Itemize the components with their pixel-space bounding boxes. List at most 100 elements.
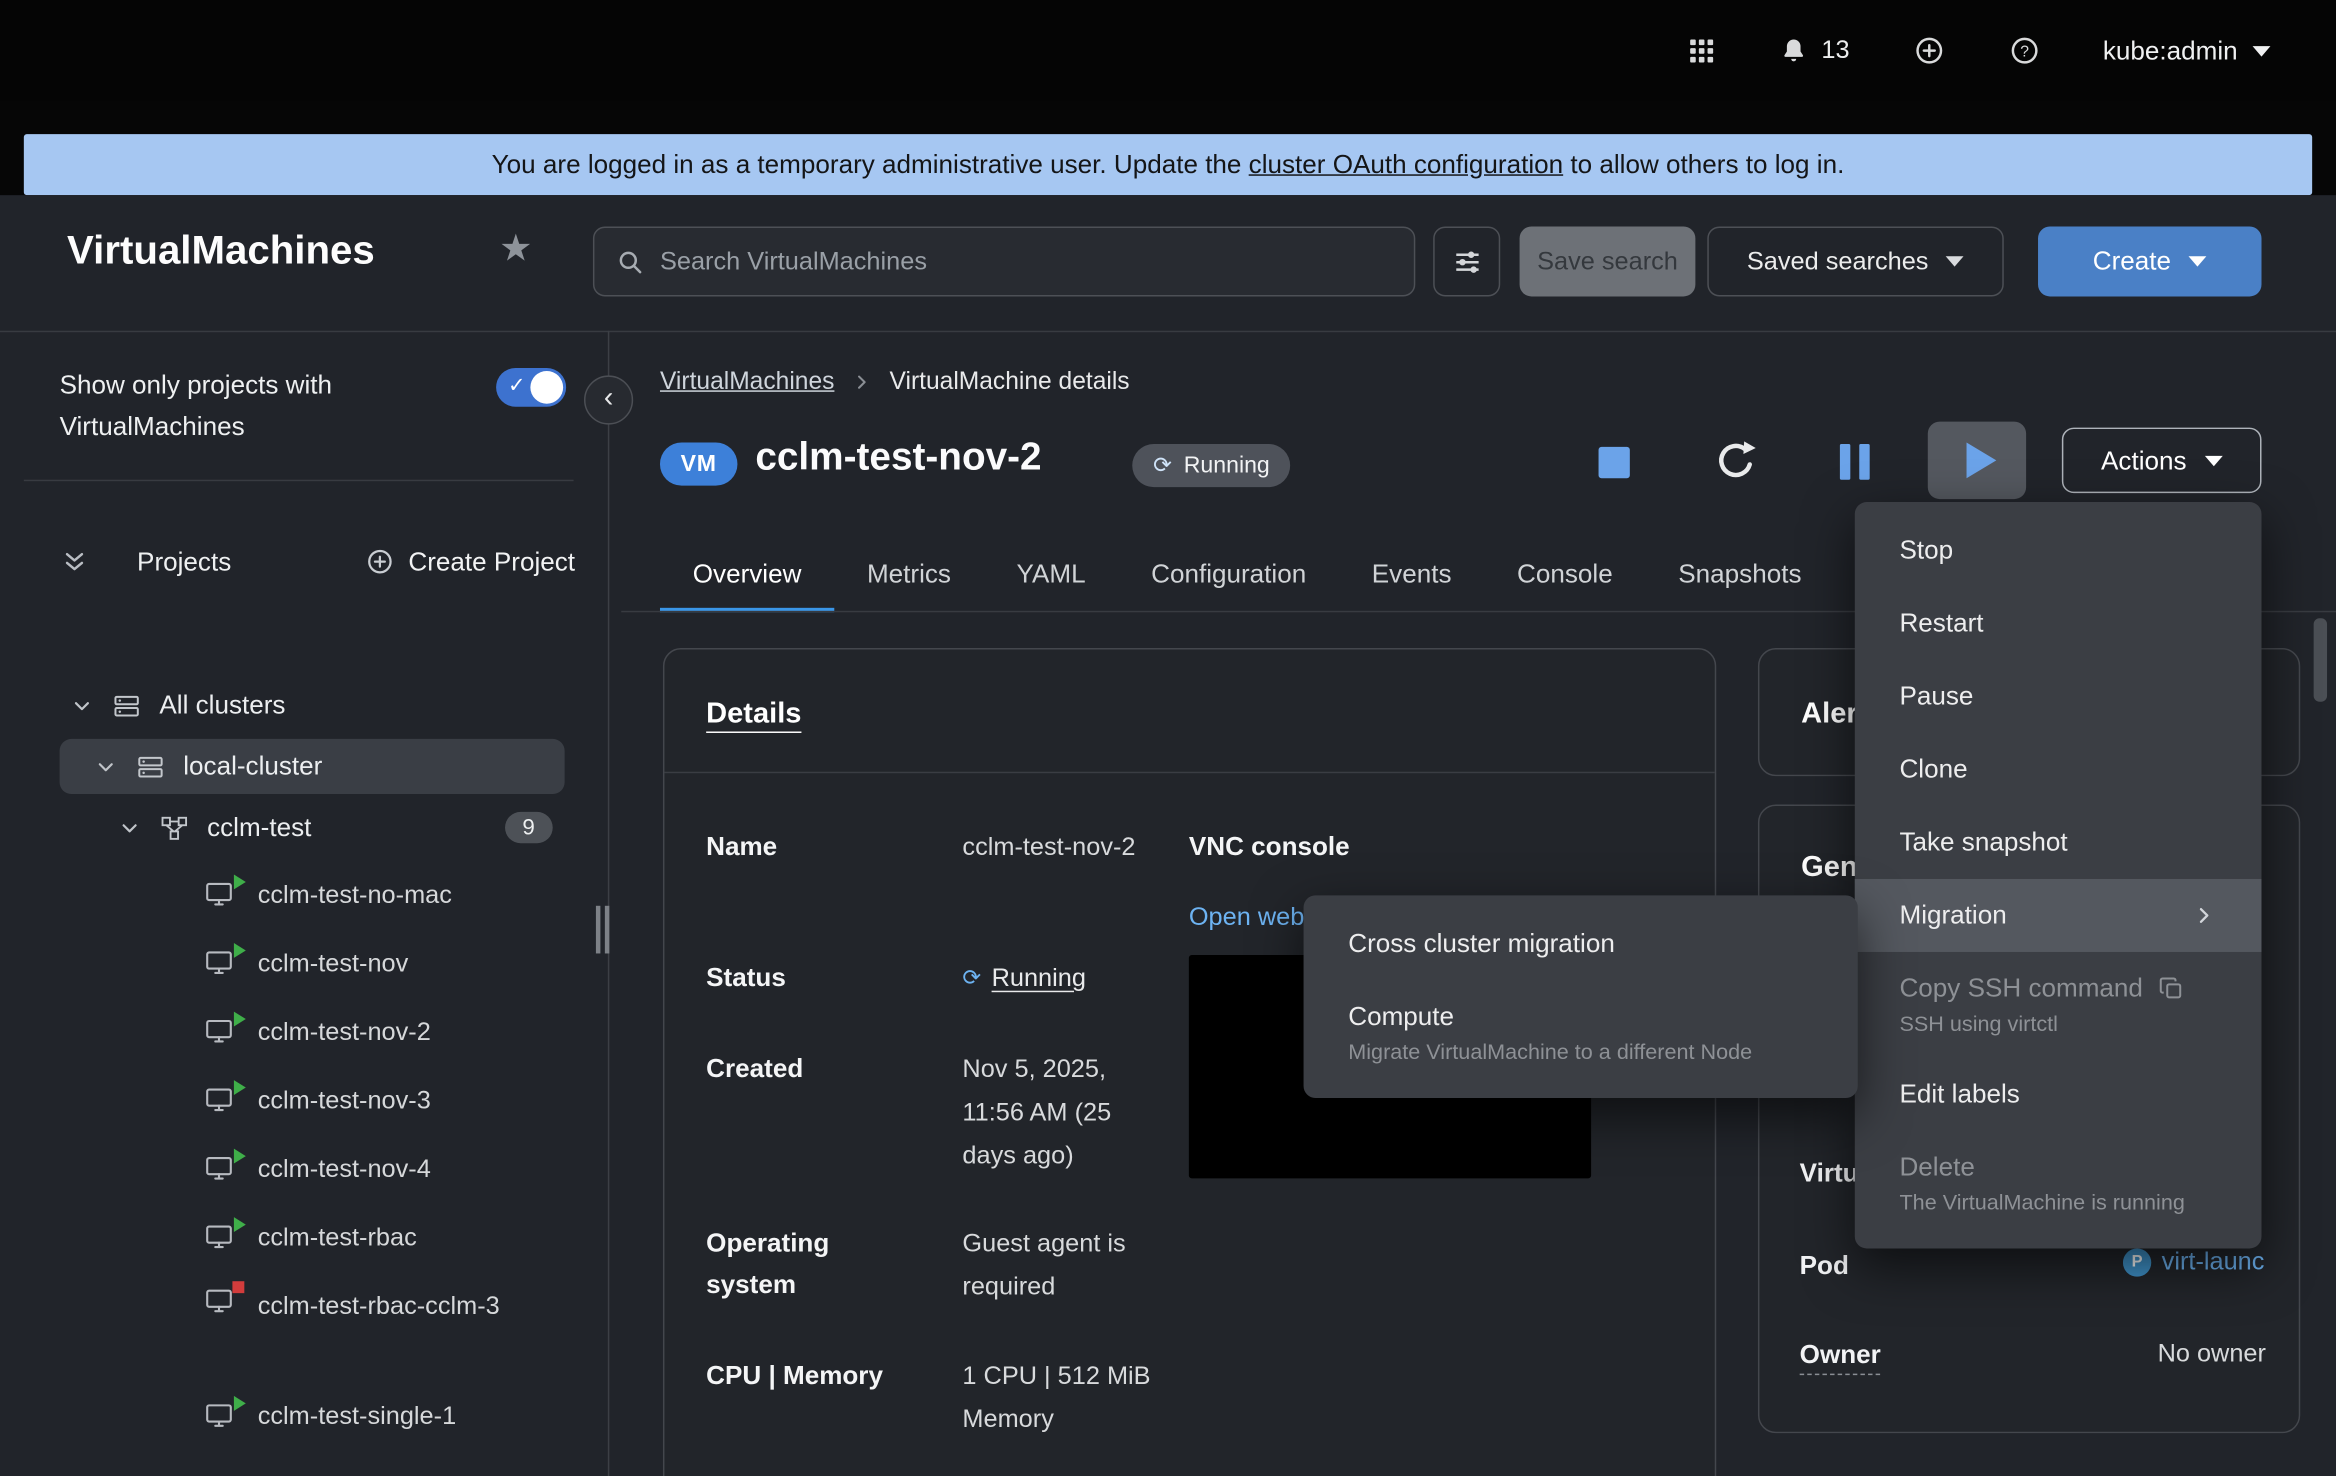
running-status-icon	[234, 1396, 246, 1411]
tree-item-namespace[interactable]: cclm-test 9	[24, 800, 574, 855]
search-box	[593, 226, 1415, 296]
vm-icon	[204, 1222, 240, 1255]
panel-resize-handle[interactable]	[596, 906, 609, 954]
create-project-button[interactable]: Create Project	[365, 546, 575, 577]
create-project-label: Create Project	[408, 546, 575, 577]
tab-configuration[interactable]: Configuration	[1118, 542, 1339, 612]
notifications-button[interactable]: 13	[1778, 36, 1849, 66]
menu-item-edit-labels[interactable]: Edit labels	[1855, 1058, 2262, 1131]
breadcrumb-virtualmachines-link[interactable]: VirtualMachines	[660, 368, 834, 396]
sidebar-divider	[24, 480, 574, 481]
owner-label[interactable]: Owner	[1800, 1339, 1881, 1375]
tab-snapshots[interactable]: Snapshots	[1645, 542, 1834, 612]
login-banner: You are logged in as a temporary adminis…	[24, 134, 2312, 195]
menu-item-delete[interactable]: Delete The VirtualMachine is running	[1855, 1131, 2262, 1237]
tree-label: local-cluster	[183, 751, 322, 782]
actions-dropdown-button[interactable]: Actions	[2062, 428, 2262, 494]
toggle-knob	[530, 371, 563, 404]
sidebar-vm-item[interactable]: cclm-test-nov-3	[24, 1067, 574, 1136]
app-launcher-button[interactable]	[1686, 36, 1716, 66]
favorite-star-icon[interactable]: ★	[499, 231, 532, 268]
vm-icon	[204, 1016, 240, 1049]
menu-item-restart[interactable]: Restart	[1855, 587, 2262, 660]
advanced-search-button[interactable]	[1433, 226, 1500, 296]
field-value-os: Guest agent is required	[962, 1222, 1153, 1308]
sidebar-vm-item[interactable]: cclm-test-rbac	[24, 1204, 574, 1273]
user-menu[interactable]: kube:admin	[2103, 35, 2271, 66]
sidebar-vm-item[interactable]: cclm-test-nov-4	[24, 1135, 574, 1204]
submenu-item-compute[interactable]: Compute Migrate VirtualMachine to a diff…	[1304, 980, 1858, 1086]
vm-name: cclm-test-nov-4	[258, 1155, 431, 1185]
projects-header: Projects Create Project	[60, 526, 575, 598]
tab-overview[interactable]: Overview	[660, 542, 834, 612]
saved-searches-label: Saved searches	[1747, 247, 1929, 277]
field-value-status[interactable]: ⟳ Running	[962, 956, 1153, 999]
migration-submenu: Cross cluster migration Compute Migrate …	[1304, 895, 1858, 1098]
tree-item-local-cluster[interactable]: local-cluster	[60, 739, 565, 794]
pod-value: P virt-launcher-cclm-test-nov-2	[2123, 1247, 2266, 1277]
chevron-down-icon	[118, 816, 142, 840]
vm-status-label: Running	[1184, 452, 1270, 479]
question-circle-icon	[2008, 34, 2041, 67]
restart-vm-button[interactable]	[1713, 438, 1758, 483]
chevron-down-icon	[2253, 45, 2271, 55]
sidebar-vm-item[interactable]: cclm-test-nov-2	[24, 998, 574, 1067]
check-icon: ✓	[508, 372, 525, 397]
menu-item-copy-ssh-command[interactable]: Copy SSH command SSH using virtctl	[1855, 952, 2262, 1058]
plus-circle-icon	[1912, 34, 1945, 67]
help-button[interactable]	[2008, 34, 2041, 67]
search-input[interactable]	[660, 247, 1393, 277]
pause-vm-button[interactable]	[1840, 444, 1870, 480]
quick-create-button[interactable]	[1912, 34, 1945, 67]
header-divider	[0, 331, 2336, 332]
tab-metrics[interactable]: Metrics	[834, 542, 984, 612]
pod-link[interactable]: virt-launcher-cclm-test-nov-2	[2162, 1247, 2266, 1277]
vm-icon	[204, 1400, 240, 1433]
create-button[interactable]: Create	[2038, 226, 2261, 296]
scrollbar-thumb[interactable]	[2314, 618, 2327, 701]
sidebar-vm-item[interactable]: cclm-test-single-1	[24, 1383, 574, 1452]
tab-yaml[interactable]: YAML	[984, 542, 1119, 612]
menu-item-migration[interactable]: Migration	[1855, 879, 2262, 952]
running-status-icon	[234, 875, 246, 890]
vm-status-badge[interactable]: ⟳ Running	[1132, 444, 1290, 487]
save-search-button[interactable]: Save search	[1520, 226, 1696, 296]
menu-item-take-snapshot[interactable]: Take snapshot	[1855, 806, 2262, 879]
field-value-cpu-memory: 1 CPU | 512 MiB Memory	[962, 1354, 1153, 1440]
stop-vm-button[interactable]	[1599, 447, 1630, 478]
search-icon	[615, 247, 645, 277]
vm-count-badge: 9	[505, 812, 553, 843]
status-running-link[interactable]: Running	[992, 956, 1086, 999]
projects-filter-label: Show only projects with VirtualMachines	[60, 364, 425, 447]
projects-filter-toggle[interactable]: ✓	[496, 368, 566, 407]
chevron-right-icon	[2191, 903, 2216, 928]
tree-item-all-clusters[interactable]: All clusters	[24, 678, 574, 733]
oauth-configuration-link[interactable]: cluster OAuth configuration	[1249, 149, 1563, 180]
menu-item-clone[interactable]: Clone	[1855, 733, 2262, 806]
app-screen: 13 kube:admin You are logged in as a tem…	[0, 0, 2336, 1476]
sidebar-vm-item[interactable]: cclm-test-nov	[24, 930, 574, 999]
field-label-status: Status	[706, 956, 903, 998]
start-vm-button[interactable]	[1928, 422, 2026, 499]
copy-icon	[2158, 974, 2186, 1002]
sidebar-vm-item[interactable]: cclm-test-rbac-cclm-3	[24, 1272, 574, 1382]
sidebar-vm-item[interactable]: cclm-test-no-mac	[24, 861, 574, 930]
vm-name: cclm-test-single-1	[258, 1402, 456, 1432]
sliders-icon	[1452, 247, 1482, 277]
menu-item-stop[interactable]: Stop	[1855, 514, 2262, 587]
saved-searches-dropdown[interactable]: Saved searches	[1707, 226, 2003, 296]
sidebar-collapse-button[interactable]: ‹	[584, 375, 633, 424]
tab-events[interactable]: Events	[1339, 542, 1484, 612]
play-icon	[1966, 442, 1996, 478]
vm-name: cclm-test-nov-3	[258, 1086, 431, 1116]
grid-icon	[1686, 36, 1716, 66]
details-card-title[interactable]: Details	[706, 697, 801, 731]
collapse-all-button[interactable]	[60, 547, 90, 577]
vm-detail-tabs: Overview Metrics YAML Configuration Even…	[660, 542, 1834, 612]
tab-console[interactable]: Console	[1484, 542, 1645, 612]
menu-item-pause[interactable]: Pause	[1855, 660, 2262, 733]
copy-ssh-label: Copy SSH command	[1899, 970, 2142, 1007]
sync-icon: ⟳	[962, 967, 981, 989]
restart-icon	[1713, 438, 1758, 483]
submenu-item-cross-cluster-migration[interactable]: Cross cluster migration	[1304, 907, 1858, 980]
